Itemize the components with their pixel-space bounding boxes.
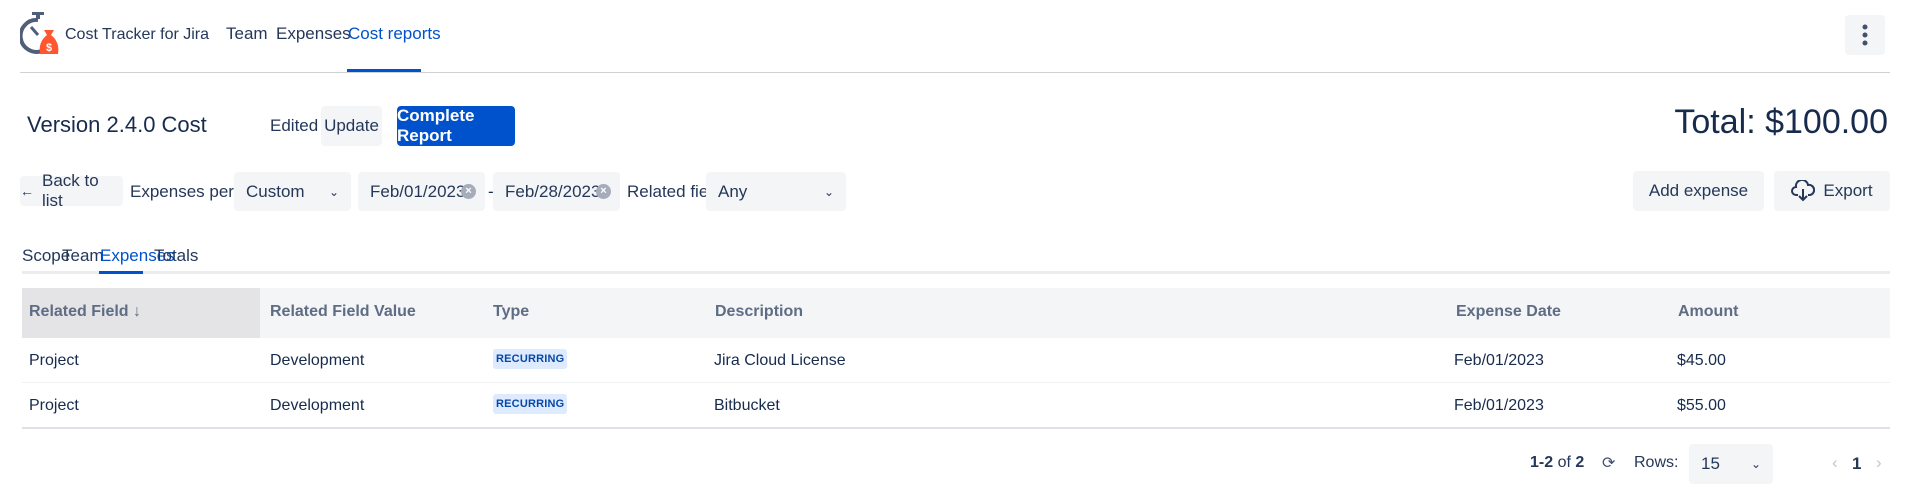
- rows-value: 15: [1701, 454, 1720, 473]
- svg-text:$: $: [46, 42, 52, 54]
- export-button[interactable]: Export: [1774, 171, 1890, 211]
- chevron-down-icon: ⌄: [823, 184, 834, 199]
- cell-related-field: Project: [29, 352, 79, 369]
- tab-totals: Totals: [154, 246, 199, 265]
- date-to-value: Feb/28/2023: [505, 181, 601, 201]
- report-status: Edited: [270, 116, 319, 135]
- more-button[interactable]: [1845, 15, 1885, 55]
- rows-label: Rows:: [1634, 454, 1679, 471]
- table-bottom-border: [22, 427, 1890, 429]
- cell-expense-date: Feb/01/2023: [1454, 397, 1544, 414]
- chevron-down-icon: ⌄: [1750, 457, 1761, 471]
- period-value: Custom: [246, 181, 305, 201]
- period-select[interactable]: Custom ⌄: [234, 172, 351, 211]
- page-range: 1-2: [1530, 454, 1554, 471]
- next-page-icon[interactable]: ›: [1876, 453, 1882, 473]
- header-related-field[interactable]: Related Field ↓: [29, 303, 141, 321]
- of-label: of: [1557, 454, 1571, 471]
- cell-expense-date: Feb/01/2023: [1454, 352, 1544, 369]
- header-label: Related Field: [29, 303, 129, 320]
- current-page[interactable]: 1: [1852, 454, 1861, 474]
- app-title: Cost Tracker for Jira: [65, 26, 210, 43]
- more-vertical-icon: [1862, 24, 1868, 46]
- rows-per-page-select[interactable]: 15 ⌄: [1689, 444, 1773, 484]
- complete-report-button[interactable]: Complete Report: [397, 106, 515, 146]
- cell-description: Bitbucket: [714, 397, 780, 414]
- sort-arrow-down-icon: ↓: [133, 303, 142, 320]
- export-label: Export: [1823, 181, 1873, 200]
- cell-related-field-value: Development: [270, 352, 365, 369]
- nav-cost-reports[interactable]: Cost reports: [348, 24, 441, 44]
- add-expense-button[interactable]: Add expense: [1633, 171, 1764, 211]
- tabs-baseline: [22, 271, 1890, 274]
- back-to-list-button[interactable]: ← Back to list: [20, 171, 123, 210]
- nav-team[interactable]: Team: [226, 24, 268, 44]
- header-amount[interactable]: Amount: [1678, 303, 1738, 321]
- clear-date-from-icon[interactable]: ×: [461, 184, 476, 199]
- cell-description: Jira Cloud License: [714, 352, 846, 369]
- tab-active-underline: [99, 271, 143, 274]
- header-related-field-value[interactable]: Related Field Value: [270, 303, 416, 321]
- header-expense-date[interactable]: Expense Date: [1456, 303, 1561, 321]
- nav-active-underline: [347, 69, 421, 72]
- report-total: Total: $100.00: [1674, 103, 1888, 141]
- update-button[interactable]: Update: [321, 106, 382, 146]
- type-badge: RECURRING: [493, 349, 568, 369]
- header-description[interactable]: Description: [715, 303, 803, 321]
- cell-related-field-value: Development: [270, 397, 365, 414]
- type-badge: RECURRING: [493, 394, 568, 414]
- tab-team[interactable]: Team: [62, 246, 104, 266]
- refresh-icon[interactable]: ⟳: [1602, 453, 1615, 473]
- prev-page-icon[interactable]: ‹: [1832, 453, 1838, 473]
- report-title: Version 2.4.0 Cost: [27, 112, 207, 137]
- back-label: Back to list: [42, 171, 99, 210]
- pagination-summary: 1-2 of 2: [1530, 454, 1584, 472]
- app-logo: $: [18, 10, 60, 58]
- clear-date-to-icon[interactable]: ×: [596, 184, 611, 199]
- related-field-value: Any: [718, 181, 748, 201]
- header-type[interactable]: Type: [493, 303, 529, 321]
- divider: [20, 72, 1890, 73]
- total-count: 2: [1575, 454, 1585, 471]
- related-field-select[interactable]: Any ⌄: [706, 172, 846, 211]
- row-divider: [22, 382, 1890, 383]
- chevron-down-icon: ⌄: [328, 184, 339, 199]
- date-from-value: Feb/01/2023: [370, 181, 466, 201]
- cell-amount: $45.00: [1677, 352, 1726, 369]
- cloud-download-icon: [1791, 180, 1816, 202]
- stopwatch-money-icon: $: [18, 12, 59, 54]
- nav-expenses[interactable]: Expenses: [276, 24, 351, 44]
- cell-related-field: Project: [29, 397, 79, 414]
- arrow-left-icon: ←: [20, 183, 34, 199]
- cell-amount: $55.00: [1677, 397, 1726, 414]
